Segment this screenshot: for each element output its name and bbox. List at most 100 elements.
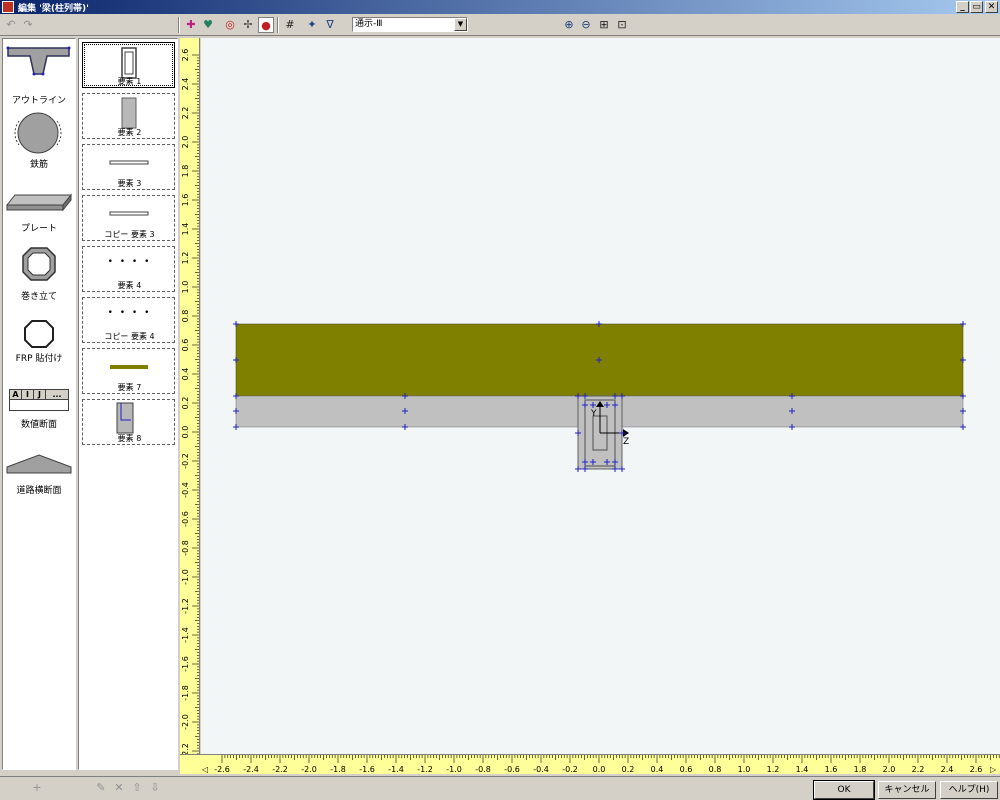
table-col-a: A bbox=[10, 390, 22, 399]
jacketing-icon bbox=[22, 247, 56, 281]
drawing-canvas[interactable]: Y Z bbox=[201, 38, 1000, 754]
view-select[interactable]: 通示-Ⅲ ▼ bbox=[352, 17, 468, 32]
list-item[interactable]: 要素 7 bbox=[82, 348, 175, 394]
palette-jacketing[interactable]: 巻き立て bbox=[3, 245, 75, 303]
ruler-tick-label: -2.6 bbox=[214, 765, 230, 774]
list-item[interactable]: • • • • 要素 4 bbox=[82, 246, 175, 292]
move-down-icon[interactable]: ⇩ bbox=[148, 781, 162, 795]
ruler-tick-label: 0.0 bbox=[181, 426, 190, 439]
list-item[interactable]: 要素 3 bbox=[82, 144, 175, 190]
ruler-tick-label: 2.6 bbox=[970, 765, 983, 774]
element-label: 要素 4 bbox=[117, 281, 142, 290]
cancel-button[interactable]: キャンセル bbox=[878, 781, 936, 799]
element-label: 要素 2 bbox=[117, 128, 142, 137]
ruler-tick-label: -1.0 bbox=[181, 569, 190, 585]
list-item[interactable]: 要素 8 bbox=[82, 399, 175, 445]
outline-icon bbox=[6, 46, 71, 76]
list-item[interactable]: • • • • コピー 要素 4 bbox=[82, 297, 175, 343]
palette-rebar-label: 鉄筋 bbox=[29, 160, 48, 170]
app-icon bbox=[2, 1, 14, 13]
edit-icon[interactable]: ✎ bbox=[94, 781, 108, 795]
fit-all-icon[interactable]: ⊞ bbox=[596, 17, 612, 33]
ruler-tick-label: -2.2 bbox=[272, 765, 288, 774]
table-col-i: I bbox=[22, 390, 34, 399]
element-label: コピー 要素 4 bbox=[104, 332, 155, 341]
palette-numeric-section[interactable]: A I J ... 数値断面 bbox=[3, 387, 75, 435]
zoom-window-icon[interactable]: ⊡ bbox=[614, 17, 630, 33]
horizontal-ruler: -2.6 -2.4 -2.2 -2.0 -1.8 -1.6 -1.4 -1.2 -1.0 -0.8… bbox=[180, 754, 1000, 774]
chevron-down-icon[interactable]: ▼ bbox=[454, 18, 467, 31]
road-section-icon bbox=[6, 454, 72, 474]
line-icon bbox=[109, 211, 149, 216]
table-col-more: ... bbox=[46, 390, 68, 399]
ruler-tick-label: 2.4 bbox=[941, 765, 954, 774]
rect-outline-icon bbox=[121, 47, 137, 79]
palette-outline-label: アウトライン bbox=[11, 96, 66, 106]
ruler-tick-label: 0.6 bbox=[680, 765, 693, 774]
plate-icon bbox=[5, 193, 73, 212]
palette-road-section-label: 道路横断面 bbox=[16, 486, 62, 496]
grid-icon[interactable]: # bbox=[282, 17, 298, 33]
element-label: コピー 要素 3 bbox=[104, 230, 155, 239]
zoom-in-icon[interactable]: ⊕ bbox=[561, 17, 577, 33]
add-node-icon[interactable]: ✚ bbox=[183, 17, 199, 33]
display-mode-icon[interactable]: ● bbox=[258, 17, 274, 33]
scroll-left-icon[interactable]: ◁ bbox=[201, 765, 208, 774]
window-title: 編集 '梁(柱列帯)' bbox=[18, 4, 89, 14]
ruler-tick-label: -0.6 bbox=[181, 511, 190, 527]
view-select-value: 通示-Ⅲ bbox=[355, 19, 383, 29]
vertical-ruler: 2.6 2.4 2.2 2.0 1.8 1.6 1.4 1.2 1.0 0.8 0.6 0.4 0.2 0… bbox=[180, 38, 200, 754]
ruler-tick-label: -0.2 bbox=[181, 453, 190, 469]
palette-numeric-section-label: 数値断面 bbox=[20, 420, 57, 430]
snap-icon[interactable]: ♥ bbox=[200, 17, 216, 33]
toolbar: ↶ ↷ ✚ ♥ ◎ ✢ ● # ✦ ∇ 通示-Ⅲ ▼ ⊕ ⊖ ⊞ ⊡ bbox=[0, 14, 1000, 36]
zoom-out-icon[interactable]: ⊖ bbox=[578, 17, 594, 33]
ok-button[interactable]: OK bbox=[813, 780, 875, 800]
palette-frp-label: FRP 貼付け bbox=[15, 354, 63, 364]
ruler-tick-label: 0.6 bbox=[181, 339, 190, 352]
olive-line-icon bbox=[110, 365, 148, 369]
ruler-tick-label: 0.8 bbox=[181, 310, 190, 323]
element-label: 要素 8 bbox=[117, 434, 142, 443]
ruler-tick-label: -0.8 bbox=[181, 540, 190, 556]
origin-icon[interactable]: ✢ bbox=[240, 17, 256, 33]
rebar-icon bbox=[14, 112, 62, 154]
redo-icon[interactable]: ↷ bbox=[20, 17, 36, 33]
ruler-tick-label: -0.8 bbox=[475, 765, 491, 774]
scroll-right-icon[interactable]: ▷ bbox=[990, 765, 997, 774]
move-up-icon[interactable]: ⇧ bbox=[130, 781, 144, 795]
dots-icon: • • • • bbox=[107, 257, 152, 267]
angle-icon[interactable]: ∇ bbox=[322, 17, 338, 33]
palette-frp[interactable]: FRP 貼付け bbox=[3, 317, 75, 367]
delete-icon[interactable]: ✕ bbox=[112, 781, 126, 795]
list-item[interactable]: 要素 1 bbox=[82, 42, 175, 88]
target-icon[interactable]: ◎ bbox=[222, 17, 238, 33]
ruler-tick-label: 1.2 bbox=[181, 252, 190, 265]
ruler-tick-label: 2.2 bbox=[912, 765, 925, 774]
palette-plate-label: プレート bbox=[20, 224, 57, 234]
toolbar-separator bbox=[178, 17, 180, 33]
list-item[interactable]: コピー 要素 3 bbox=[82, 195, 175, 241]
ruler-tick-label: 1.6 bbox=[181, 194, 190, 207]
y-axis-label: Y bbox=[590, 409, 597, 419]
shape-palette: アウトライン 鉄筋 プレート 巻き立て FRP 貼付け A I J ... 数値… bbox=[2, 38, 76, 770]
ruler-tick-label: -1.2 bbox=[181, 598, 190, 614]
ruler-tick-label: -1.2 bbox=[417, 765, 433, 774]
section-drawing[interactable]: Y Z bbox=[201, 38, 1000, 754]
list-item[interactable]: 要素 2 bbox=[82, 93, 175, 139]
undo-icon[interactable]: ↶ bbox=[3, 17, 19, 33]
minimize-button[interactable]: _ bbox=[956, 1, 969, 13]
ruler-tick-label: 2.0 bbox=[181, 136, 190, 149]
title-bar: 編集 '梁(柱列帯)' _ ▭ ✕ bbox=[0, 0, 1000, 14]
ruler-tick-label: -1.4 bbox=[388, 765, 404, 774]
palette-outline[interactable]: アウトライン bbox=[3, 41, 75, 106]
palette-rebar[interactable]: 鉄筋 bbox=[3, 111, 75, 171]
element-label: 要素 7 bbox=[117, 383, 142, 392]
restore-button[interactable]: ▭ bbox=[970, 1, 983, 13]
add-icon[interactable]: + bbox=[30, 781, 44, 795]
help-button[interactable]: ヘルプ(H) bbox=[940, 781, 998, 799]
axis-icon[interactable]: ✦ bbox=[304, 17, 320, 33]
close-button[interactable]: ✕ bbox=[985, 1, 998, 13]
palette-road-section[interactable]: 道路横断面 bbox=[3, 449, 75, 499]
palette-plate[interactable]: プレート bbox=[3, 189, 75, 237]
